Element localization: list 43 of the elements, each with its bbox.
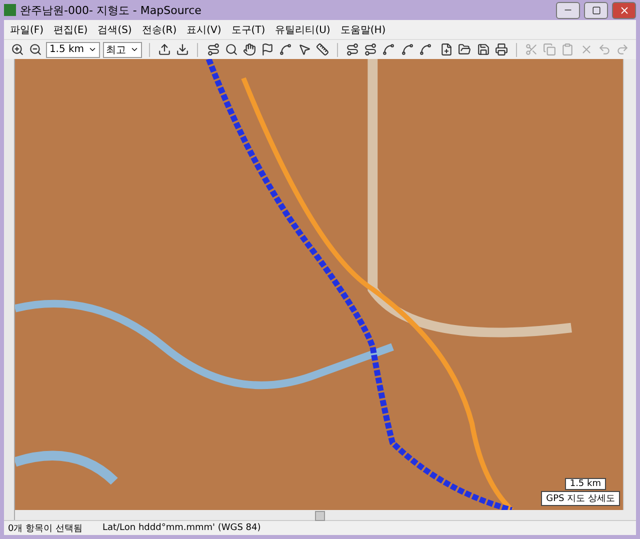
selection-status: 0개 항목이 선택됨	[8, 522, 82, 534]
toolbar-icon[interactable]	[475, 42, 491, 58]
scroll-thumb[interactable]	[315, 511, 325, 521]
app-icon	[4, 4, 16, 16]
toolbar-icon[interactable]	[242, 42, 258, 58]
detail-dropdown[interactable]: 최고	[103, 42, 142, 58]
map-detail-label: GPS 지도 상세도	[541, 491, 620, 506]
toolbar-icon[interactable]	[296, 42, 312, 58]
menu-item[interactable]: 도구(T)	[231, 22, 266, 36]
zoom-dropdown[interactable]: 1.5 km	[46, 42, 100, 58]
maximize-icon	[592, 6, 600, 14]
toolbar-icon[interactable]	[494, 42, 509, 58]
toolbar-icon[interactable]	[224, 42, 239, 58]
chevron-down-icon	[130, 45, 140, 54]
menu-item[interactable]: 편집(E)	[54, 22, 88, 36]
maximize-button[interactable]	[584, 2, 608, 18]
close-icon	[618, 4, 630, 16]
toolbar-icon[interactable]	[278, 42, 294, 58]
toolbar-icon[interactable]	[314, 42, 330, 58]
chevron-down-icon	[88, 45, 98, 54]
toolbar-icon[interactable]	[157, 42, 172, 58]
menu-item[interactable]: 도움말(H)	[340, 22, 386, 36]
toolbar-icon[interactable]	[363, 42, 378, 58]
menu-item[interactable]: 표시(V)	[186, 22, 222, 36]
toolbar-icon[interactable]	[418, 42, 433, 58]
menu-item[interactable]: 전송(R)	[142, 22, 177, 36]
toolbar-icon[interactable]	[381, 42, 397, 58]
coordinate-format: Lat/Lon hddd°mm.mmm' (WGS 84)	[102, 523, 261, 533]
window-title: 완주남원-000- 지형도 - MapSource	[20, 2, 202, 18]
toolbar-icon[interactable]	[438, 42, 454, 58]
toolbar-icon[interactable]	[457, 42, 472, 58]
menu-item[interactable]: 검색(S)	[98, 22, 132, 36]
toolbar-icon[interactable]	[344, 42, 360, 58]
toolbar-icon[interactable]	[10, 42, 26, 58]
toolbar-icon[interactable]	[400, 42, 415, 58]
toolbar-icon[interactable]	[28, 42, 44, 58]
toolbar-icon[interactable]	[260, 42, 276, 58]
close-button[interactable]	[612, 2, 636, 18]
map-scale: 1.5 km	[564, 478, 606, 490]
toolbar-icon[interactable]	[205, 42, 221, 58]
toolbar-icon[interactable]	[175, 42, 190, 58]
menu-item[interactable]: 유틸리티(U)	[275, 22, 330, 36]
menu-item[interactable]: 파일(F)	[10, 22, 44, 36]
